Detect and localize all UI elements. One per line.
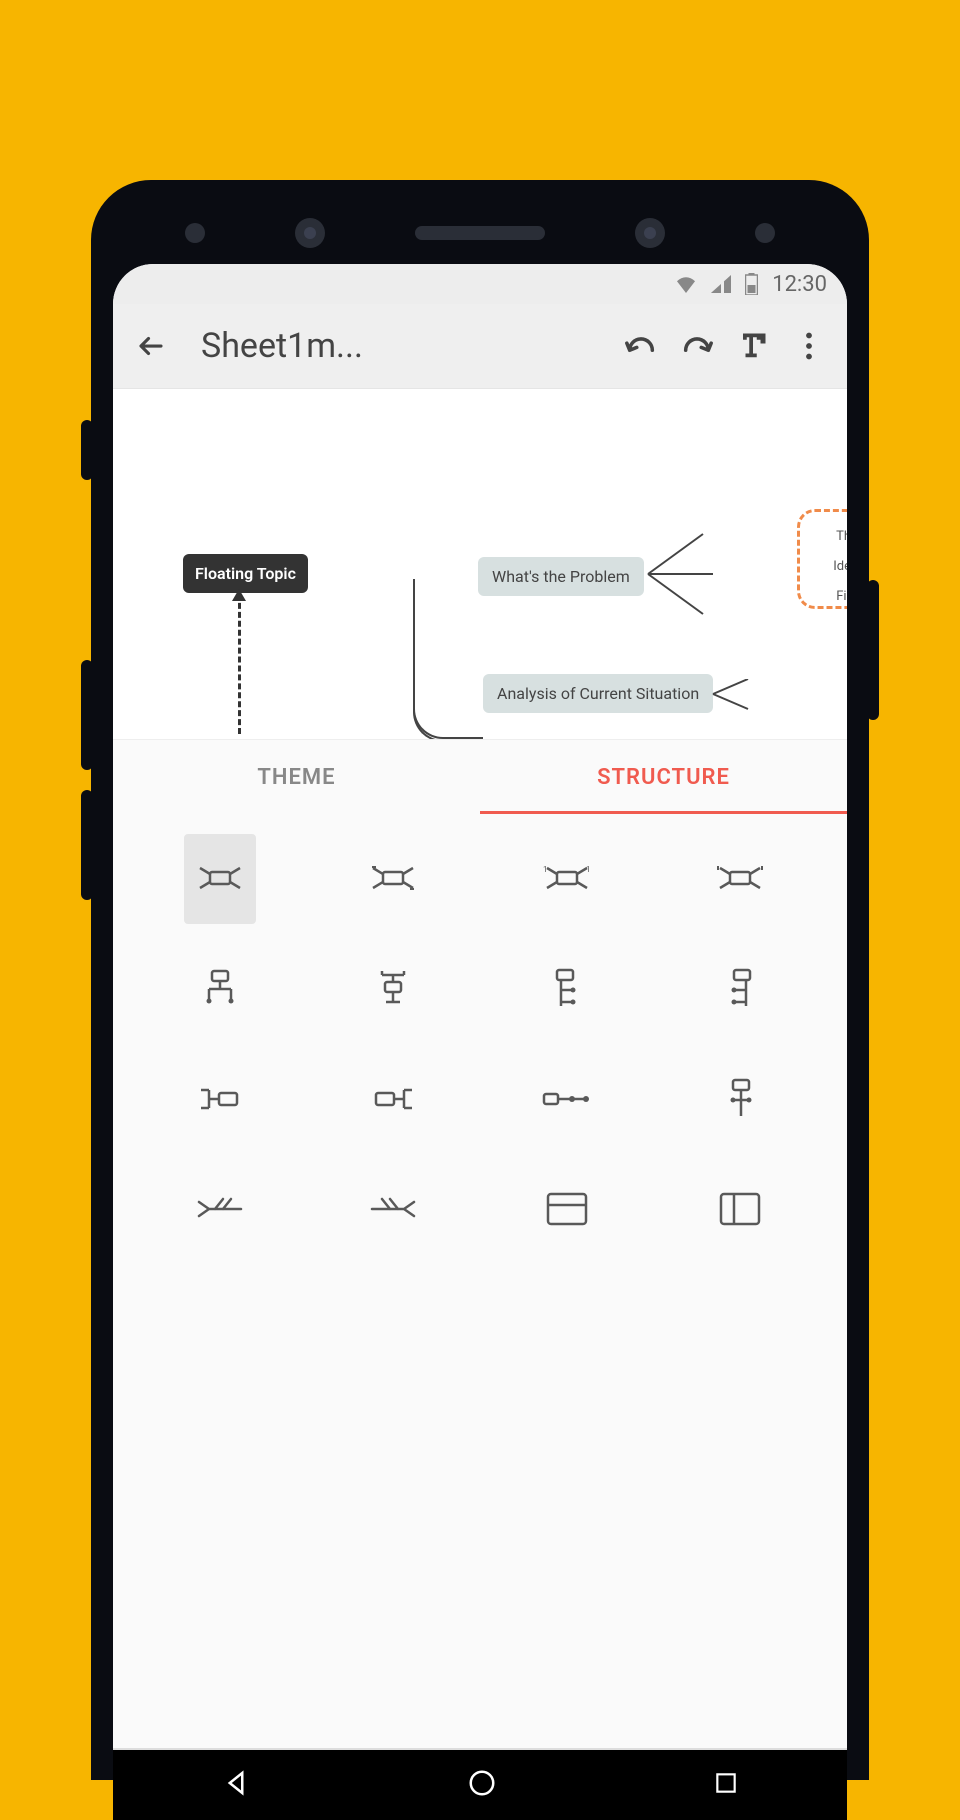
back-icon[interactable] bbox=[133, 328, 169, 364]
structure-option-map-timeline[interactable] bbox=[654, 834, 828, 924]
branch-line bbox=[413, 694, 483, 739]
topic-node[interactable]: What's the Problem bbox=[478, 557, 644, 596]
sheet-title[interactable]: Sheet1m... bbox=[189, 326, 603, 366]
structure-option-map-anticlockwise[interactable]: 11 bbox=[480, 834, 654, 924]
overflow-menu-icon[interactable] bbox=[791, 328, 827, 364]
relationship-line bbox=[238, 594, 241, 734]
structure-option-org-chart-up[interactable] bbox=[307, 944, 481, 1034]
phone-notch bbox=[113, 202, 847, 264]
volume-up-button bbox=[81, 660, 93, 770]
topic-node[interactable]: Analysis of Current Situation bbox=[483, 674, 713, 713]
screen: 12:30 Sheet1m... Floating Topic bbox=[113, 264, 847, 1820]
battery-icon bbox=[745, 273, 758, 295]
svg-text:1: 1 bbox=[543, 865, 548, 874]
structure-option-map-clockwise[interactable] bbox=[307, 834, 481, 924]
nav-back-icon[interactable] bbox=[221, 1768, 251, 1802]
structure-option-matrix-columns[interactable] bbox=[654, 1164, 828, 1254]
structure-option-fishbone-left[interactable] bbox=[133, 1164, 307, 1254]
undo-icon[interactable] bbox=[623, 328, 659, 364]
structure-grid: 11 bbox=[113, 814, 847, 1748]
format-icon[interactable] bbox=[735, 328, 771, 364]
subtopic-lines bbox=[633, 519, 753, 619]
subtopic-text[interactable]: Fir bbox=[836, 589, 847, 604]
structure-option-fishbone-right[interactable] bbox=[307, 1164, 481, 1254]
svg-text:1: 1 bbox=[586, 865, 591, 874]
redo-icon[interactable] bbox=[679, 328, 715, 364]
clock: 12:30 bbox=[772, 272, 827, 297]
subtopic-text[interactable]: Th bbox=[836, 529, 847, 544]
panel-tabs: THEME STRUCTURE bbox=[113, 739, 847, 814]
power-button bbox=[867, 580, 879, 720]
structure-option-org-chart-down[interactable] bbox=[133, 944, 307, 1034]
nav-home-icon[interactable] bbox=[467, 1768, 497, 1802]
subtopic-text[interactable]: Ide bbox=[833, 559, 847, 574]
tab-theme[interactable]: THEME bbox=[113, 740, 480, 814]
toolbar: Sheet1m... bbox=[113, 304, 847, 389]
android-nav-bar bbox=[113, 1750, 847, 1820]
signal-icon bbox=[711, 275, 731, 293]
mindmap-canvas[interactable]: Floating Topic What's the Problem Analys… bbox=[113, 389, 847, 739]
structure-option-map-balanced[interactable] bbox=[184, 834, 256, 924]
floating-topic-node[interactable]: Floating Topic bbox=[183, 554, 308, 593]
structure-option-tree-left[interactable] bbox=[654, 944, 828, 1034]
tab-structure[interactable]: STRUCTURE bbox=[480, 740, 847, 814]
wifi-icon bbox=[675, 275, 697, 293]
structure-option-tree-table[interactable] bbox=[654, 1054, 828, 1144]
subtopic-lines bbox=[708, 679, 768, 729]
structure-option-logic-left[interactable] bbox=[307, 1054, 481, 1144]
nav-recents-icon[interactable] bbox=[713, 1770, 739, 1800]
volume-down-button bbox=[81, 790, 93, 900]
structure-option-matrix-rows[interactable] bbox=[480, 1164, 654, 1254]
phone-frame: 12:30 Sheet1m... Floating Topic bbox=[91, 180, 869, 1780]
side-button-1 bbox=[81, 420, 93, 480]
structure-option-logic-right[interactable] bbox=[133, 1054, 307, 1144]
status-bar: 12:30 bbox=[113, 264, 847, 304]
structure-option-tree-right[interactable] bbox=[480, 944, 654, 1034]
structure-option-timeline-horizontal[interactable] bbox=[480, 1054, 654, 1144]
